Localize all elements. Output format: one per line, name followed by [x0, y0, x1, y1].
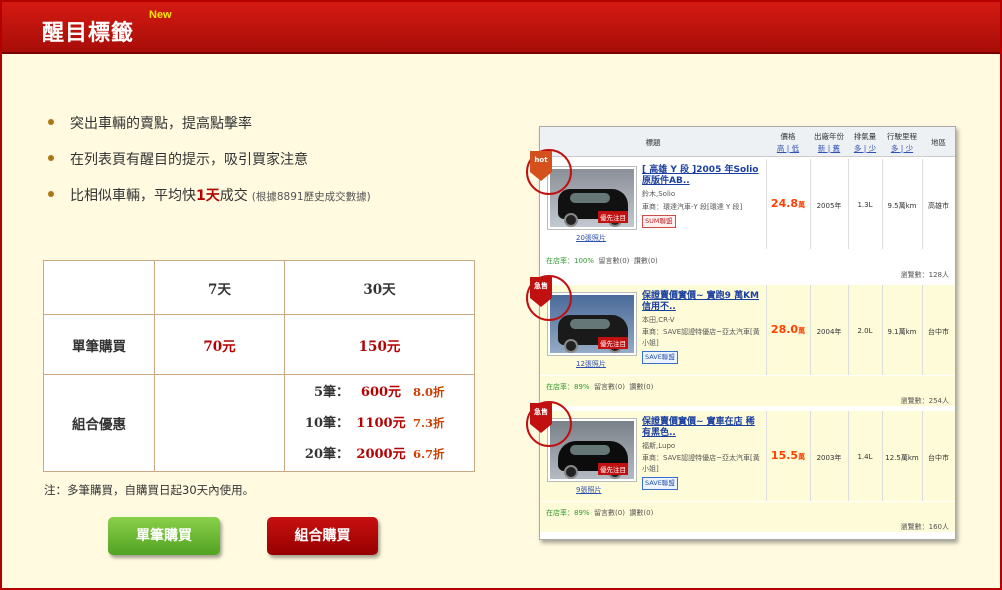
page-title: 醒目標籤 [42, 21, 135, 46]
listing-title-link[interactable]: [ 高雄 Y 段 ]2005 年Solio 原版件AB.. [642, 165, 760, 187]
listing-price: 15.5萬 [770, 449, 806, 462]
feature-item: 在列表頁有醒目的提示，吸引買家注意 [46, 149, 371, 185]
combo-row: 10筆： 1100元 7.3折 [304, 415, 445, 431]
listing-price: 24.8萬 [770, 197, 806, 210]
combo-row: 20筆： 2000元 6.7折 [304, 446, 445, 462]
urgent-label-icon: 急售 [530, 403, 552, 433]
hot-label-icon: hot [530, 151, 552, 181]
combo-row: 5筆： 600元 8.0折 [313, 384, 445, 400]
listing-title-link[interactable]: 保證賣價實價~ 實跑9 萬KM 信用不.. [642, 291, 760, 313]
urgent-label-icon: 急售 [530, 277, 552, 307]
disp-sort-link[interactable]: 多 | 少 [848, 143, 882, 154]
combo-7-empty [154, 374, 285, 472]
feature-item: 突出車輛的賣點，提高點擊率 [46, 113, 371, 149]
priority-tag: 優先注目 [598, 211, 628, 223]
listing-title-link[interactable]: 保證賣價實價~ 實車在店 稀有黑色.. [642, 417, 760, 439]
mileage-sort-link[interactable]: 多 | 少 [882, 143, 922, 154]
photo-count-link[interactable]: 12張照片 [576, 359, 606, 369]
pricing-table: 7天 30天 單筆購買 70元 150元 組合優惠 5筆： 600元 8.0折 10… [43, 260, 475, 472]
col-30-days: 30天 [284, 260, 475, 315]
listing-price: 28.0萬 [770, 323, 806, 336]
source-note: (根據8891歷史成交數據) [251, 191, 371, 203]
photo-count-link[interactable]: 20張照片 [576, 233, 606, 243]
corner-cell [43, 260, 155, 315]
hot-tag-highlight: hot [526, 149, 572, 195]
year-sort-link[interactable]: 新 | 舊 [810, 143, 848, 154]
urgent-tag-highlight: 急售 [526, 401, 572, 447]
single-purchase-button[interactable]: 單筆購買 [108, 517, 220, 555]
alliance-badge: SAVE聯盟 [642, 477, 678, 490]
alliance-badge: SUM聯盟 [642, 215, 676, 228]
feature-item: 比相似車輛，平均快1天成交 (根據8891歷史成交數據) [46, 185, 371, 221]
page-frame: 醒目標籤 New 突出車輛的賣點，提高點擊率 在列表頁有醒目的提示，吸引買家注意… [0, 0, 1002, 590]
view-count: 瀏覽數：128人 [900, 271, 949, 279]
priority-tag: 優先注目 [598, 337, 628, 349]
listing-preview: 標題 價格 高 | 低 出廠年份 新 | 舊 排氣量 多 | 少 行駛里程 多 … [526, 126, 956, 540]
single-30-price: 150元 [284, 314, 475, 375]
single-7-price: 70元 [154, 314, 285, 375]
priority-tag: 優先注目 [598, 463, 628, 475]
single-purchase-label: 單筆購買 [43, 314, 155, 375]
photo-count-link[interactable]: 9張照片 [576, 485, 601, 495]
price-sort-link[interactable]: 高 | 低 [766, 143, 810, 154]
col-7-days: 7天 [154, 260, 285, 315]
header-bar: 醒目標籤 New [2, 2, 1000, 54]
highlight-days: 1天 [196, 188, 220, 204]
combo-purchase-button[interactable]: 組合購買 [267, 517, 378, 555]
view-count: 瀏覽數：254人 [900, 397, 949, 405]
combo-cell: 5筆： 600元 8.0折 10筆： 1100元 7.3折 20筆： 2000元 6.7折 [284, 374, 475, 472]
listing-header: 標題 價格 高 | 低 出廠年份 新 | 舊 排氣量 多 | 少 行駛里程 多 … [540, 127, 955, 157]
new-badge: New [149, 9, 172, 21]
view-count: 瀏覽數：160人 [900, 523, 949, 531]
combo-label: 組合優惠 [43, 374, 155, 472]
urgent-tag-highlight: 急售 [526, 275, 572, 321]
alliance-badge: SAVE聯盟 [642, 351, 678, 364]
feature-list: 突出車輛的賣點，提高點擊率 在列表頁有醒目的提示，吸引買家注意 比相似車輛，平均… [46, 113, 371, 221]
usage-note: 注：多筆購買，自購買日起30天內使用。 [44, 483, 255, 497]
